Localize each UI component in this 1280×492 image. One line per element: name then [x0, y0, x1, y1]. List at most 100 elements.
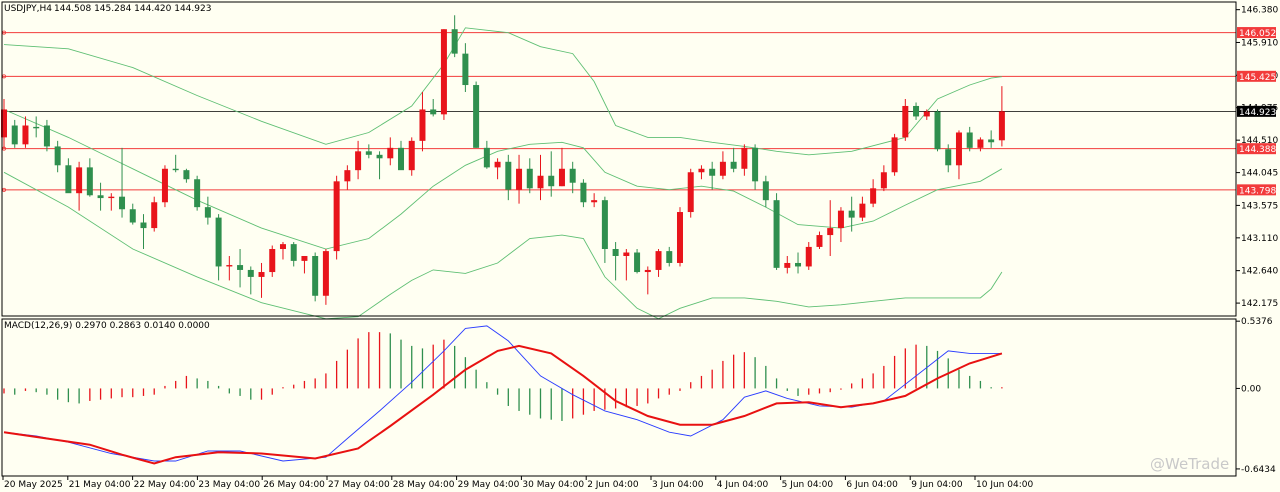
bull-candle — [827, 228, 834, 236]
bull-candle — [355, 151, 362, 171]
chart-window: 146.380145.910145.440144.975144.510144.0… — [0, 0, 1280, 492]
bear-candle — [666, 251, 673, 263]
bull-candle — [623, 252, 630, 256]
macd-y-tick-label: 0.00 — [1241, 384, 1261, 394]
bull-candle — [923, 111, 930, 117]
x-tick-label: 6 Jun 04:00 — [846, 480, 898, 490]
level-price-tag: 145.425 — [1239, 73, 1276, 83]
price-y-tick-label: 144.045 — [1241, 169, 1278, 179]
bull-candle — [676, 212, 683, 263]
bear-candle — [398, 147, 405, 171]
bear-candle — [913, 105, 920, 117]
bear-candle — [43, 125, 50, 147]
symbol-label: USDJPY,H4 — [4, 4, 52, 14]
bear-candle — [215, 217, 222, 267]
bull-candle — [108, 196, 115, 199]
x-tick-label: 3 Jun 04:00 — [652, 480, 704, 490]
bear-candle — [462, 53, 469, 86]
bull-candle — [494, 161, 501, 168]
bull-candle — [161, 168, 168, 203]
bull-candle — [859, 203, 866, 218]
bear-candle — [86, 167, 93, 196]
bear-candle — [709, 168, 716, 176]
price-y-tick-label: 142.640 — [1241, 267, 1278, 277]
bear-candle — [194, 179, 201, 208]
x-tick-label: 9 Jun 04:00 — [911, 480, 963, 490]
price-y-tick-label: 142.175 — [1241, 299, 1278, 309]
bull-candle — [419, 109, 426, 141]
bear-candle — [119, 196, 126, 210]
bull-candle — [76, 167, 83, 194]
bull-candle — [902, 105, 909, 138]
price-y-tick-label: 143.110 — [1241, 234, 1278, 244]
current-price-tag: 144.923 — [1239, 108, 1276, 118]
bear-candle — [183, 170, 190, 180]
bear-candle — [430, 109, 437, 115]
chart-canvas: 146.380145.910145.440144.975144.510144.0… — [0, 0, 1280, 492]
x-tick-label: 27 May 04:00 — [328, 480, 390, 490]
bull-candle — [440, 29, 447, 115]
macd-label: MACD(12,26,9) 0.2970 0.2863 0.0140 0.000… — [4, 321, 210, 331]
x-tick-label: 2 Jun 04:00 — [587, 480, 639, 490]
bull-candle — [870, 188, 877, 204]
x-tick-label: 22 May 04:00 — [134, 480, 196, 490]
bear-candle — [752, 147, 759, 182]
x-tick-label: 29 May 04:00 — [458, 480, 520, 490]
bear-candle — [376, 154, 383, 159]
x-tick-label: 10 Jun 04:00 — [976, 480, 1033, 490]
bear-candle — [140, 222, 147, 229]
x-tick-label: 20 May 2025 — [4, 480, 63, 490]
bear-candle — [33, 126, 40, 129]
bull-candle — [387, 147, 394, 159]
x-tick-label: 5 Jun 04:00 — [782, 480, 834, 490]
bull-candle — [719, 161, 726, 176]
bull-candle — [891, 137, 898, 173]
bull-candle — [269, 249, 276, 273]
bull-candle — [258, 272, 265, 277]
bear-candle — [848, 210, 855, 218]
bear-candle — [237, 265, 244, 270]
bear-candle — [451, 29, 458, 54]
bull-candle — [837, 210, 844, 229]
bear-candle — [483, 147, 490, 168]
bull-candle — [698, 168, 705, 173]
chart-background — [0, 0, 1280, 492]
bear-candle — [129, 209, 136, 223]
bull-candle — [998, 111, 1005, 141]
bull-candle — [333, 181, 340, 252]
x-tick-label: 28 May 04:00 — [393, 480, 455, 490]
x-tick-label: 30 May 04:00 — [522, 480, 584, 490]
ohlc-readout: 144.508 145.284 144.420 144.923 — [54, 4, 211, 14]
bull-candle — [955, 132, 962, 166]
bull-candle — [279, 244, 286, 250]
x-tick-label: 23 May 04:00 — [198, 480, 260, 490]
bull-candle — [151, 202, 158, 229]
bull-candle — [741, 147, 748, 169]
macd-y-tick-label: 0.5376 — [1241, 317, 1273, 327]
bear-candle — [290, 244, 297, 261]
bear-candle — [312, 255, 319, 296]
bull-candle — [558, 168, 565, 187]
bear-candle — [773, 200, 780, 268]
bull-candle — [344, 170, 351, 182]
price-y-tick-label: 143.575 — [1241, 201, 1278, 211]
bull-candle — [644, 269, 651, 273]
bear-candle — [934, 111, 941, 150]
bull-candle — [226, 265, 233, 267]
bull-candle — [408, 140, 415, 171]
x-tick-label: 26 May 04:00 — [263, 480, 325, 490]
bear-candle — [945, 149, 952, 166]
bull-candle — [22, 125, 29, 145]
bear-candle — [204, 207, 211, 218]
bear-candle — [97, 195, 104, 199]
bear-candle — [569, 168, 576, 183]
bull-candle — [301, 255, 308, 261]
bear-candle — [526, 168, 533, 189]
x-tick-label: 4 Jun 04:00 — [717, 480, 769, 490]
level-price-tag: 143.798 — [1239, 186, 1276, 196]
bear-candle — [505, 161, 512, 190]
bear-candle — [612, 249, 619, 256]
bull-candle — [805, 246, 812, 267]
bull-candle — [516, 168, 523, 190]
price-y-tick-label: 146.380 — [1241, 6, 1278, 16]
